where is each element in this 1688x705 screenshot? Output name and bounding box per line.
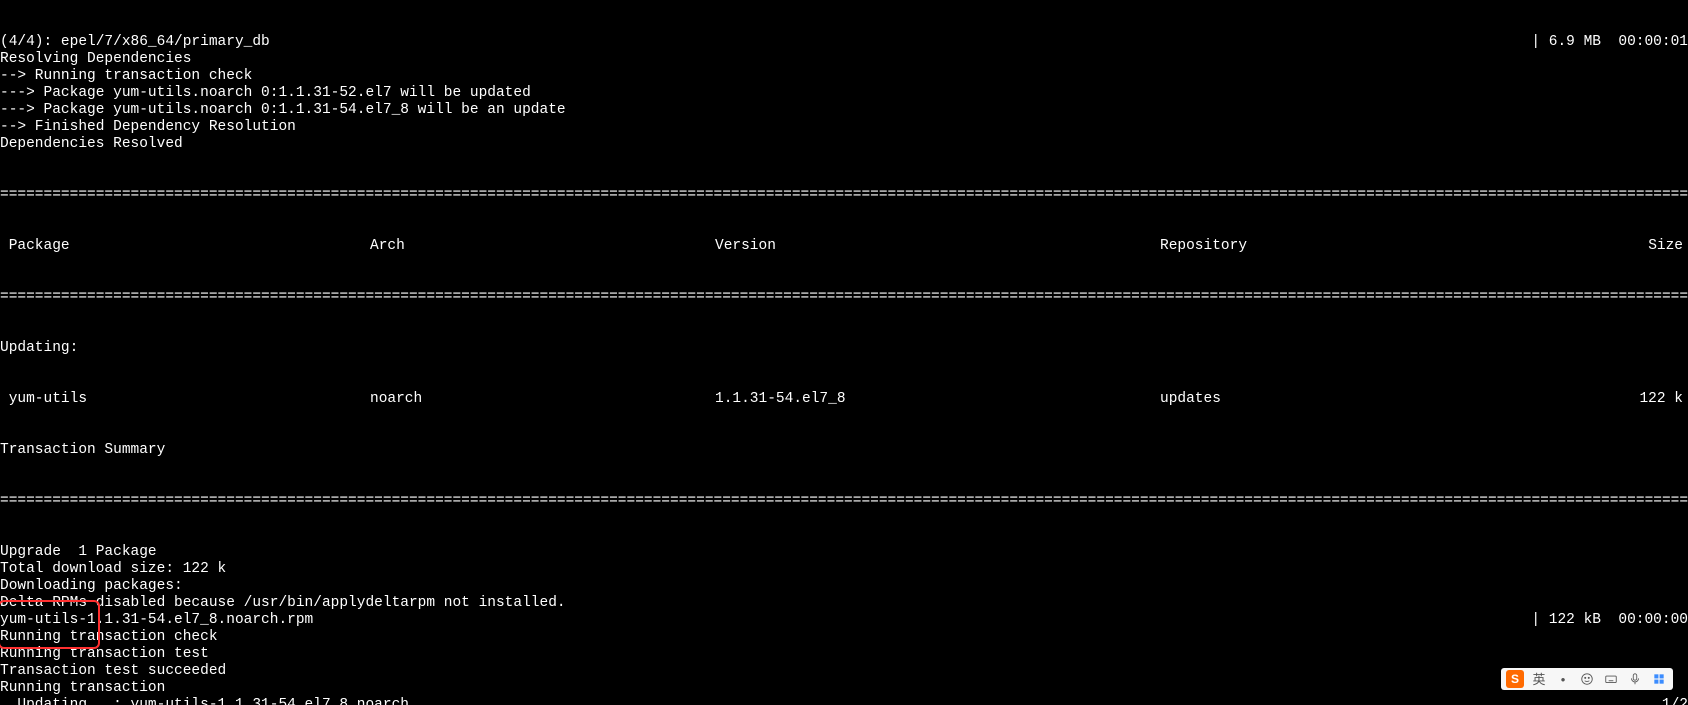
cell-version: 1.1.31-54.el7_8 [715,391,1160,408]
divider: ========================================… [0,493,1688,510]
line-text: Running transaction test [0,646,209,663]
output-line: --> Running transaction check [0,68,1688,85]
output-line: Transaction test succeeded [0,663,1688,680]
output-line: Total download size: 122 k [0,561,1688,578]
line-text: Dependencies Resolved [0,136,183,153]
line-text: Resolving Dependencies [0,51,191,68]
output-line: Running transaction check [0,629,1688,646]
line-text: (4/4): epel/7/x86_64/primary_db [0,34,270,51]
cell-package: yum-utils [0,391,370,408]
apps-grid-icon[interactable] [1650,670,1668,688]
cell-size: 122 k [1515,391,1688,408]
line-text: Updating : yum-utils-1.1.31-54.el7_8.noa… [0,697,409,705]
output-line: Upgrade 1 Package [0,544,1688,561]
output-line: --> Finished Dependency Resolution [0,119,1688,136]
line-text: ---> Package yum-utils.noarch 0:1.1.31-5… [0,85,531,102]
terminal-output[interactable]: (4/4): epel/7/x86_64/primary_db | 6.9 MB … [0,0,1688,705]
table-row: yum-utils noarch 1.1.31-54.el7_8 updates… [0,391,1688,408]
line-text: Running transaction [0,680,165,697]
col-package-header: Package [0,238,370,255]
line-text: Delta RPMs disabled because /usr/bin/app… [0,595,566,612]
keyboard-icon[interactable] [1602,670,1620,688]
divider: ========================================… [0,289,1688,306]
line-text: ---> Package yum-utils.noarch 0:1.1.31-5… [0,102,566,119]
output-line: Running transaction [0,680,1688,697]
output-line: (4/4): epel/7/x86_64/primary_db | 6.9 MB … [0,34,1688,51]
output-line: Updating : yum-utils-1.1.31-54.el7_8.noa… [0,697,1688,705]
output-line: Resolving Dependencies [0,51,1688,68]
divider: ========================================… [0,187,1688,204]
sogou-logo-icon[interactable]: S [1506,670,1524,688]
line-text: yum-utils-1.1.31-54.el7_8.noarch.rpm [0,612,313,629]
line-text: --> Finished Dependency Resolution [0,119,296,136]
line-status: 1/2 [1662,697,1688,705]
col-size-header: Size [1515,238,1688,255]
output-line: Downloading packages: [0,578,1688,595]
line-text: Running transaction check [0,629,218,646]
table-section: Updating: [0,340,1688,357]
line-text: Transaction test succeeded [0,663,226,680]
line-text: Transaction Summary [0,442,165,459]
output-line: ---> Package yum-utils.noarch 0:1.1.31-5… [0,102,1688,119]
ime-separator-dot: • [1554,670,1572,688]
col-version-header: Version [715,238,1160,255]
col-repo-header: Repository [1160,238,1515,255]
cell-arch: noarch [370,391,715,408]
output-line: yum-utils-1.1.31-54.el7_8.noarch.rpm | 12… [0,612,1688,629]
col-arch-header: Arch [370,238,715,255]
ime-toolbar[interactable]: S 英 • [1501,668,1673,690]
line-status: | 6.9 MB 00:00:01 [1531,34,1688,51]
line-text: Upgrade 1 Package [0,544,157,561]
cell-repo: updates [1160,391,1515,408]
output-line: Running transaction test [0,646,1688,663]
output-line: Transaction Summary [0,442,1688,459]
smiley-icon[interactable] [1578,670,1596,688]
line-text: --> Running transaction check [0,68,252,85]
microphone-icon[interactable] [1626,670,1644,688]
output-line: Delta RPMs disabled because /usr/bin/app… [0,595,1688,612]
table-header: Package Arch Version Repository Size [0,238,1688,255]
line-text: Total download size: 122 k [0,561,226,578]
line-status: | 122 kB 00:00:00 [1531,612,1688,629]
output-line: ---> Package yum-utils.noarch 0:1.1.31-5… [0,85,1688,102]
line-text: Downloading packages: [0,578,183,595]
output-line: Dependencies Resolved [0,136,1688,153]
ime-language-toggle[interactable]: 英 [1530,670,1548,688]
